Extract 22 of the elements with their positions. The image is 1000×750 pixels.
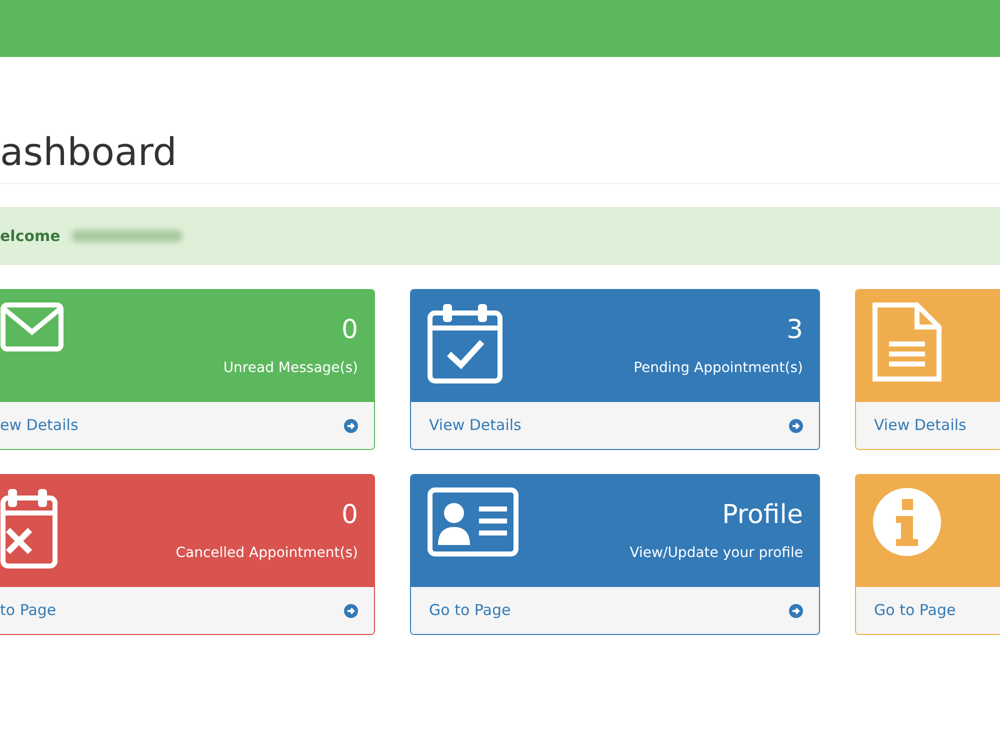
panel-count: 0	[341, 499, 358, 531]
panel-caption: Unread Message(s)	[223, 359, 358, 378]
panel-footer-link[interactable]: to Page	[0, 587, 374, 634]
welcome-label: elcome	[0, 226, 60, 247]
panel-footer-link[interactable]: View Details	[411, 402, 819, 449]
panel-footer-link[interactable]: View Details	[856, 402, 1000, 449]
id-card-icon	[427, 487, 519, 557]
panel-count: 3	[786, 314, 803, 346]
panel-caption: Cancelled Appointment(s)	[176, 544, 358, 563]
panel-footer-link[interactable]: Go to Page	[411, 587, 819, 634]
panel-caption: Pending Appointment(s)	[634, 359, 803, 378]
calendar-check-icon	[427, 302, 503, 384]
page-title: ashboard	[0, 127, 1000, 184]
envelope-icon	[0, 302, 64, 352]
panel-count: Profile	[722, 499, 803, 531]
panel-caption: View/Update your profile	[630, 544, 803, 563]
panel-footer-link[interactable]: ew Details	[0, 402, 374, 449]
panel-footer-link[interactable]: Go to Page	[856, 587, 1000, 634]
calendar-x-icon	[0, 487, 58, 569]
document-icon	[872, 302, 942, 382]
panel-count: 0	[341, 314, 358, 346]
info-icon	[872, 487, 942, 557]
